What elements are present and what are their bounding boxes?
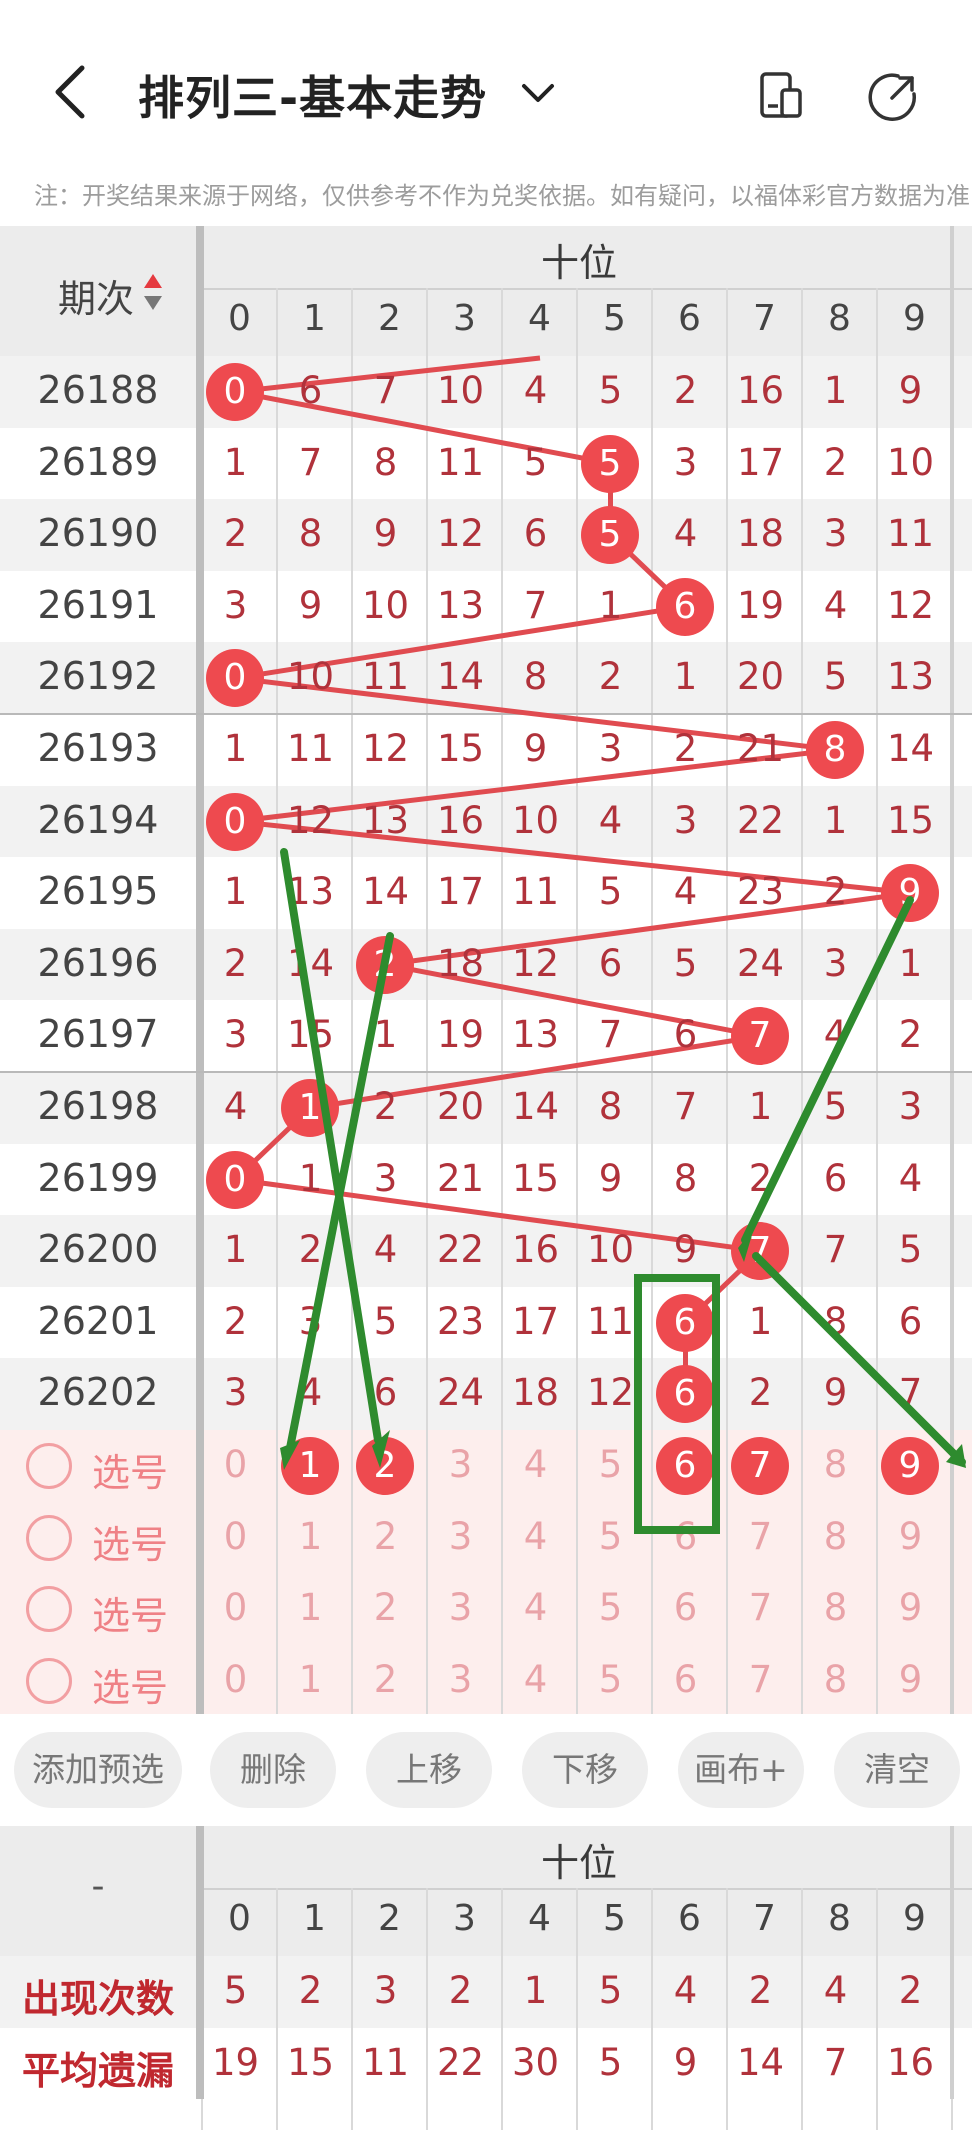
- green-arrow-3: [741, 896, 914, 1244]
- annotation-overlay: [280, 848, 966, 1534]
- highlight-box: [634, 1274, 720, 1534]
- green-arrow-4: [752, 1252, 966, 1466]
- green-arrow-1: [280, 848, 382, 1444]
- green-arrow-2: [286, 932, 394, 1452]
